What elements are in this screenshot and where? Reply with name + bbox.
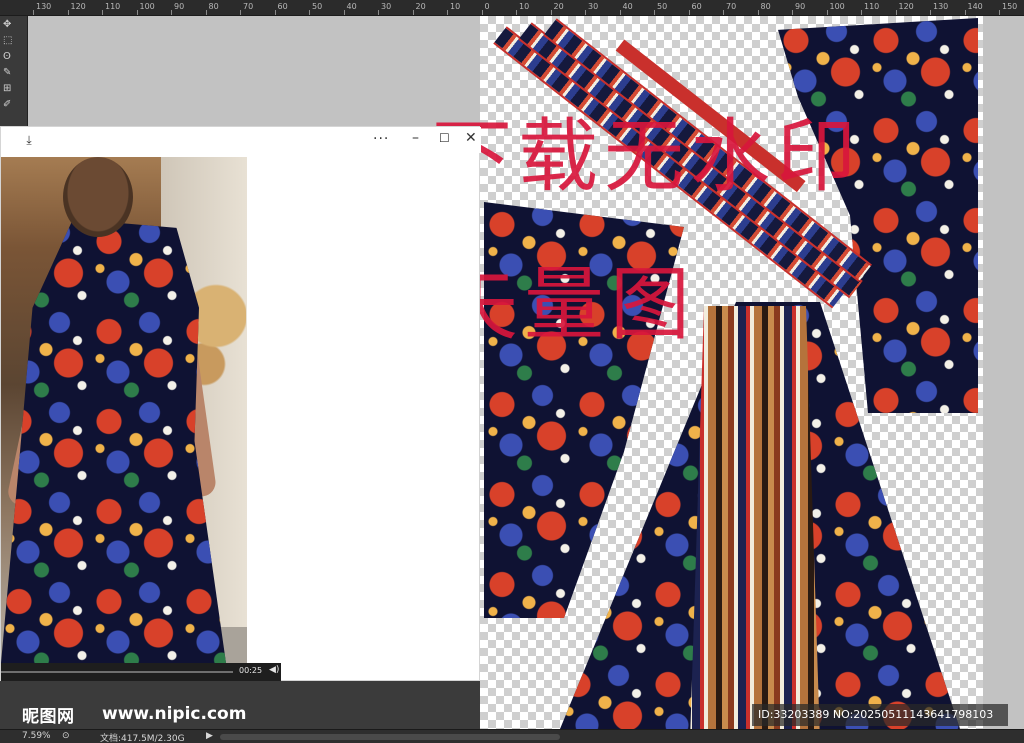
ruler-label: 30 bbox=[588, 2, 599, 11]
ruler-label: 20 bbox=[415, 2, 426, 11]
ruler-label: 50 bbox=[657, 2, 668, 11]
ruler-tick bbox=[67, 10, 69, 15]
horizontal-scrollbar[interactable] bbox=[220, 734, 560, 740]
maximize-button[interactable]: ☐ bbox=[439, 131, 450, 145]
ruler-tick bbox=[205, 10, 207, 15]
ruler-label: 0 bbox=[484, 2, 490, 11]
ruler-label: 120 bbox=[70, 2, 86, 11]
ruler-label: 60 bbox=[277, 2, 288, 11]
ruler-label: 80 bbox=[208, 2, 219, 11]
ruler-label: 140 bbox=[967, 2, 983, 11]
minimize-button[interactable]: – bbox=[412, 130, 419, 146]
ruler-label: 70 bbox=[726, 2, 737, 11]
ruler-tick bbox=[550, 10, 552, 15]
ruler-tick bbox=[826, 10, 828, 15]
ruler-tick bbox=[792, 10, 793, 15]
eyedropper-icon[interactable]: ✐ bbox=[3, 98, 23, 112]
ruler-label: 100 bbox=[829, 2, 845, 11]
ruler-tick bbox=[654, 10, 655, 15]
crop-icon[interactable]: ⊞ bbox=[3, 82, 23, 96]
close-button[interactable]: ✕ bbox=[465, 130, 477, 146]
ruler-label: 40 bbox=[622, 2, 633, 11]
ruler-tick bbox=[481, 10, 483, 15]
ruler-label: 100 bbox=[139, 2, 155, 11]
video-progress-bar[interactable] bbox=[1, 671, 233, 673]
volume-icon[interactable]: ◀) bbox=[269, 665, 279, 675]
ruler-tick bbox=[33, 10, 34, 15]
tools-panel: ✥ ⬚ ʘ ✎ ⊞ ✐ bbox=[0, 16, 28, 126]
ruler-tick bbox=[619, 10, 621, 15]
ruler-label: 110 bbox=[105, 2, 121, 11]
ruler-label: 150 bbox=[1002, 2, 1018, 11]
ruler-tick bbox=[274, 10, 276, 15]
image-id-label: ID:33203389 NO:20250511143641798103 bbox=[752, 704, 1008, 726]
ruler-label: 30 bbox=[381, 2, 392, 11]
video-controls: 00:25 ◀) bbox=[1, 663, 281, 681]
person-head bbox=[63, 157, 133, 237]
ruler-label: 130 bbox=[36, 2, 52, 11]
ruler-tick bbox=[102, 10, 103, 15]
lasso-icon[interactable]: ʘ bbox=[3, 50, 23, 64]
ruler-label: 40 bbox=[346, 2, 357, 11]
video-time: 00:25 bbox=[239, 666, 263, 675]
site-url: www.nipic.com bbox=[102, 704, 247, 724]
marquee-icon[interactable]: ⬚ bbox=[3, 34, 23, 48]
status-info-icon[interactable]: ⊙ bbox=[62, 731, 70, 741]
video-frame[interactable] bbox=[1, 157, 247, 663]
download-icon[interactable]: ⤓ bbox=[21, 132, 37, 148]
move-icon[interactable]: ✥ bbox=[3, 18, 23, 32]
ruler-label: 70 bbox=[243, 2, 254, 11]
ruler-tick bbox=[964, 10, 966, 15]
ruler-tick bbox=[447, 10, 448, 15]
quick-select-icon[interactable]: ✎ bbox=[3, 66, 23, 80]
top-ruler: 130 120 110 100 90 80 70 60 50 40 30 20 10 0 10 20 30 40 5… bbox=[0, 0, 1024, 16]
ruler-tick bbox=[688, 10, 690, 15]
ruler-label: 20 bbox=[553, 2, 564, 11]
status-bar: 7.59% ⊙ 文档:417.5M/2.30G ▶ bbox=[0, 729, 1024, 743]
ruler-tick bbox=[136, 10, 138, 15]
ruler-tick bbox=[930, 10, 931, 15]
site-logo: 昵图网 bbox=[22, 707, 75, 727]
ruler-label: 10 bbox=[450, 2, 461, 11]
ruler-label: 110 bbox=[864, 2, 880, 11]
ruler-tick bbox=[309, 10, 310, 15]
person-floral-dress bbox=[1, 219, 226, 663]
ruler-tick bbox=[723, 10, 724, 15]
viewer-titlebar: ⤓ ··· – ☐ ✕ bbox=[1, 127, 481, 153]
ruler-tick bbox=[412, 10, 414, 15]
ruler-tick bbox=[585, 10, 586, 15]
ruler-tick bbox=[378, 10, 379, 15]
ruler-label: 80 bbox=[760, 2, 771, 11]
zoom-level[interactable]: 7.59% bbox=[22, 731, 51, 741]
ruler-tick bbox=[171, 10, 172, 15]
media-viewer-window: ⤓ ··· – ☐ ✕ 00:25 ◀) bbox=[0, 126, 481, 681]
more-options-icon[interactable]: ··· bbox=[373, 131, 389, 147]
ruler-label: 50 bbox=[312, 2, 323, 11]
ruler-tick bbox=[240, 10, 241, 15]
ruler-tick bbox=[343, 10, 345, 15]
ruler-label: 60 bbox=[691, 2, 702, 11]
ruler-label: 120 bbox=[898, 2, 914, 11]
ruler-tick bbox=[861, 10, 862, 15]
ruler-label: 130 bbox=[933, 2, 949, 11]
ruler-tick bbox=[757, 10, 759, 15]
ruler-label: 90 bbox=[795, 2, 806, 11]
ruler-tick bbox=[999, 10, 1000, 15]
status-menu-arrow-icon[interactable]: ▶ bbox=[206, 731, 213, 741]
ruler-label: 90 bbox=[174, 2, 185, 11]
ruler-label: 10 bbox=[519, 2, 530, 11]
ruler-tick bbox=[516, 10, 517, 15]
document-size: 文档:417.5M/2.30G bbox=[100, 734, 185, 743]
ruler-tick bbox=[895, 10, 897, 15]
watermark-line-1: 下载无水印 bbox=[432, 110, 862, 203]
